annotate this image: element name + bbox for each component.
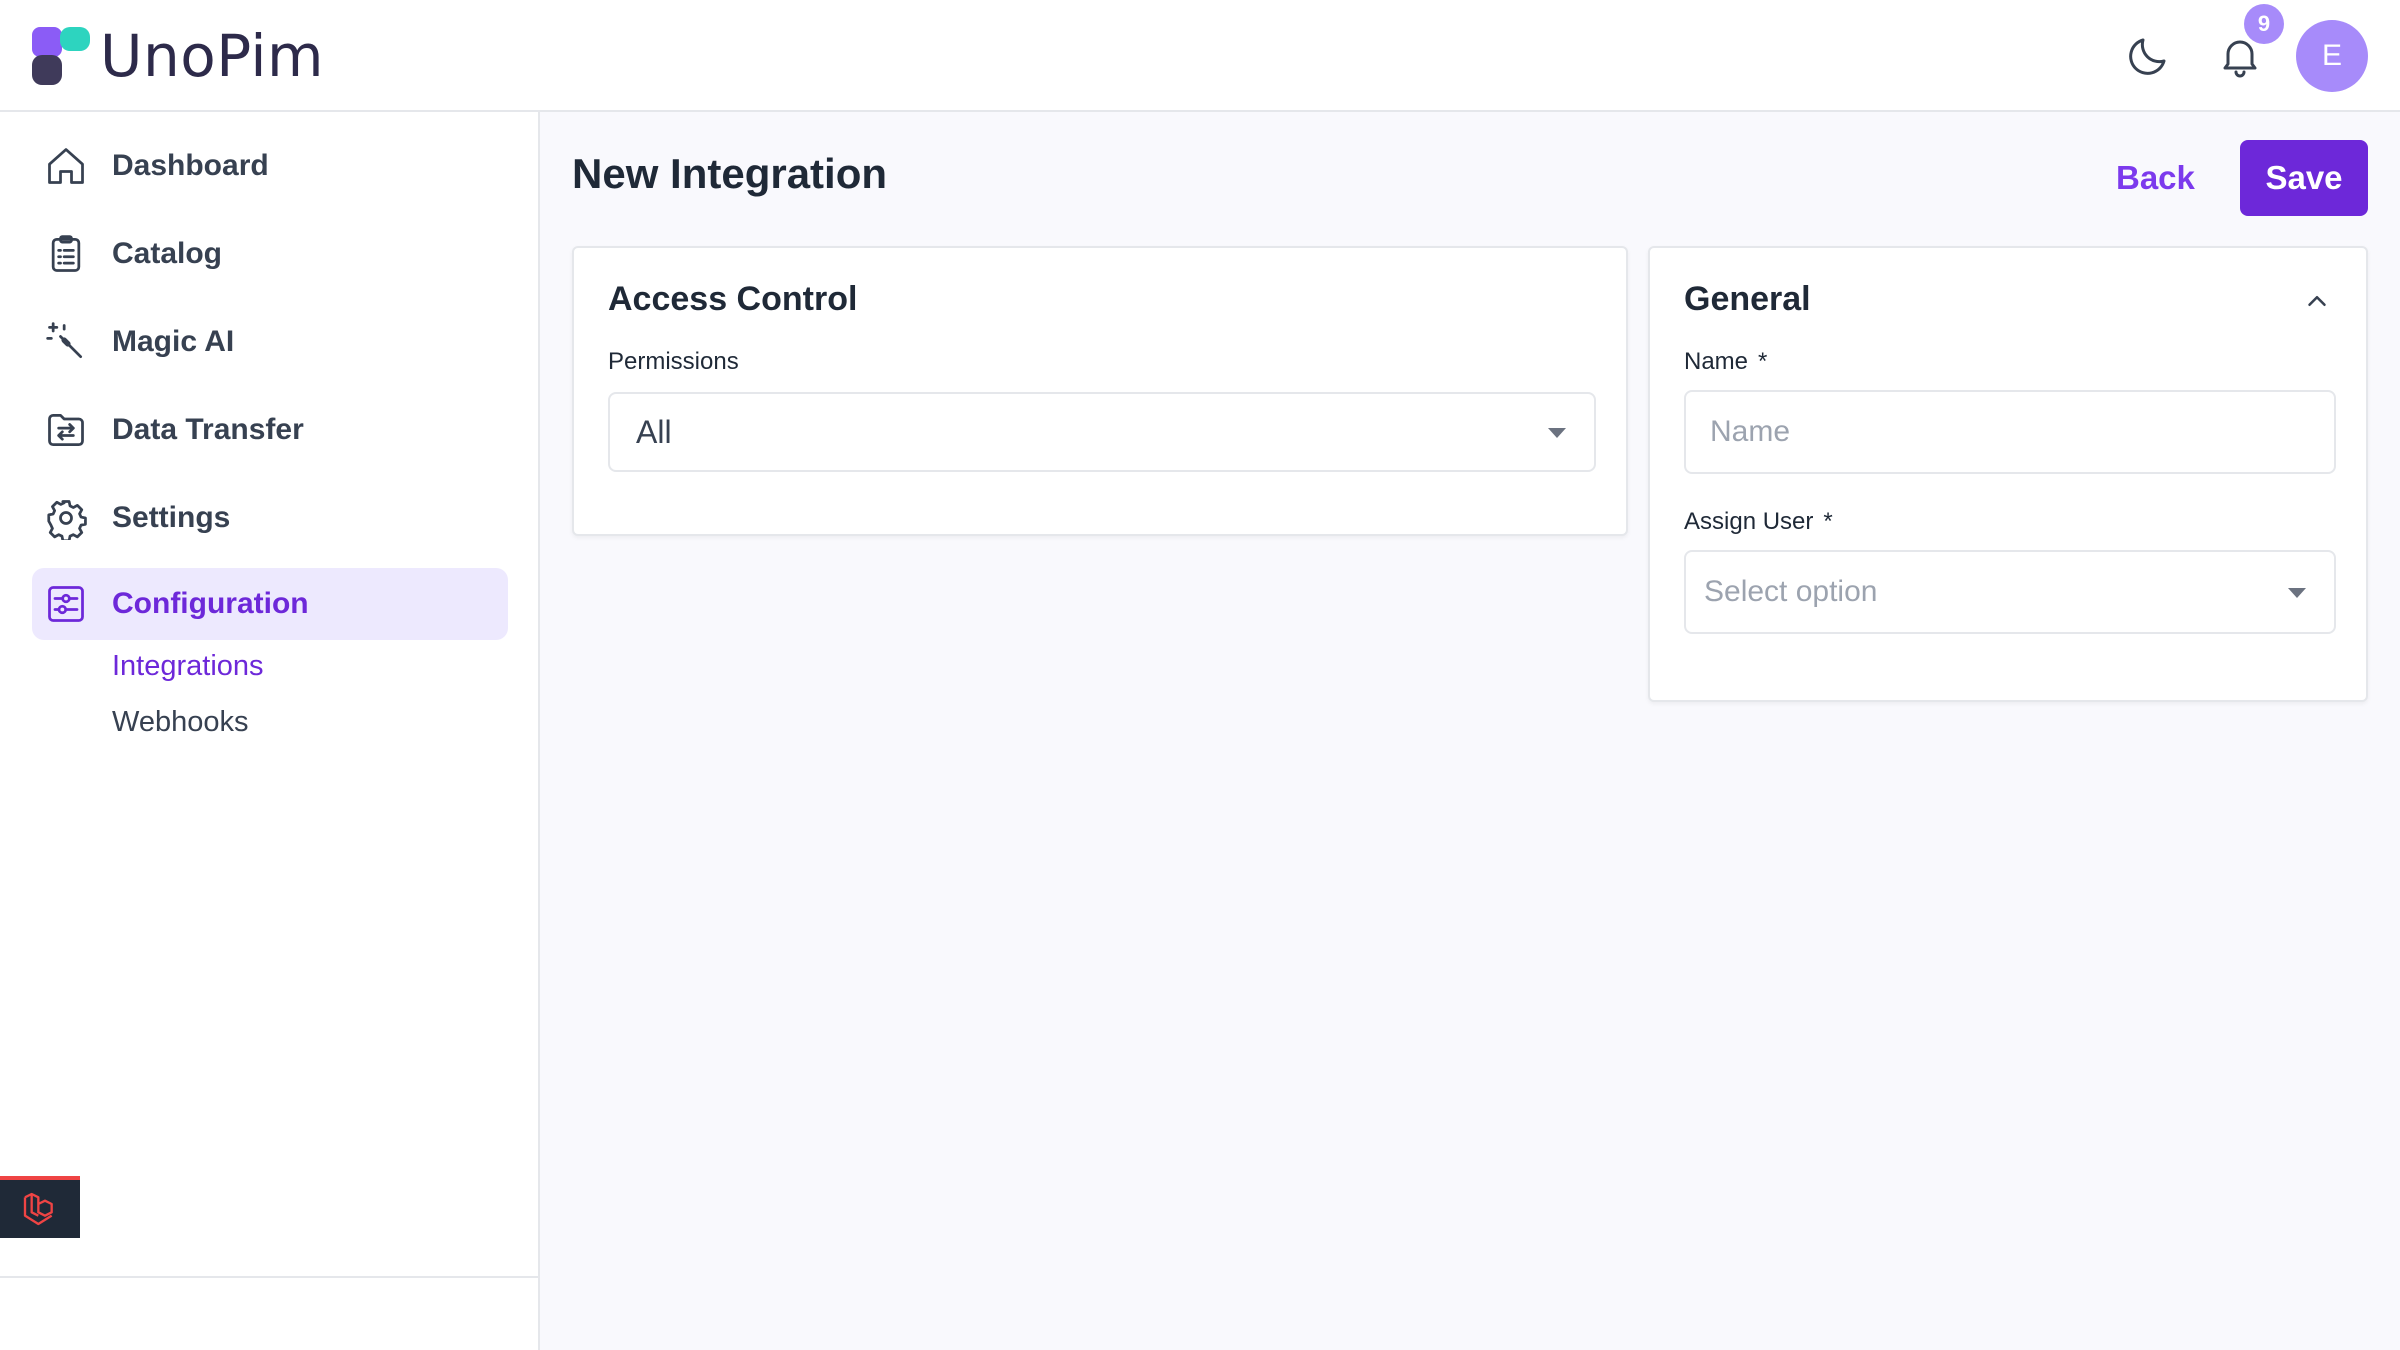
sidebar-item-configuration[interactable]: Configuration xyxy=(32,568,508,640)
gear-icon xyxy=(47,500,87,540)
sidebar-item-catalog[interactable]: Catalog xyxy=(32,218,508,290)
moon-icon xyxy=(2129,38,2166,75)
name-input[interactable] xyxy=(1684,390,2336,474)
sidebar-item-label: Data Transfer xyxy=(112,413,304,446)
dark-mode-toggle[interactable] xyxy=(2120,28,2176,84)
laravel-logo-icon xyxy=(23,1192,53,1226)
configuration-sliders-icon xyxy=(48,586,84,622)
assign-user-label: Assign User * xyxy=(1684,508,1833,536)
dropdown-caret-icon xyxy=(1548,428,1566,438)
user-avatar[interactable]: E xyxy=(2296,20,2368,92)
sidebar-item-magic-ai[interactable]: Magic AI xyxy=(32,306,508,378)
sidebar-item-label: Magic AI xyxy=(112,325,235,358)
access-control-title: Access Control xyxy=(608,280,858,318)
notification-count-badge: 9 xyxy=(2244,4,2284,44)
sidebar-item-label: Configuration xyxy=(112,587,309,620)
top-bar: UnoPim 9 E xyxy=(0,0,2400,112)
laravel-debugbar-toggle[interactable] xyxy=(0,1176,80,1238)
save-button[interactable]: Save xyxy=(2240,140,2368,216)
dropdown-caret-icon xyxy=(2288,588,2306,598)
brand-name: UnoPim xyxy=(100,22,325,90)
general-card: General Name * Assign User * Select option xyxy=(1648,246,2368,702)
sidebar-item-dashboard[interactable]: Dashboard xyxy=(32,130,508,202)
sidebar-item-data-transfer[interactable]: Data Transfer xyxy=(32,394,508,466)
required-mark: * xyxy=(1758,348,1768,375)
sidebar: Dashboard Catalog Magic AI Data Transfer xyxy=(0,112,540,1350)
page-title: New Integration xyxy=(572,150,888,197)
required-mark: * xyxy=(1823,508,1833,535)
unopim-logo-icon xyxy=(32,27,90,85)
access-control-card: Access Control Permissions All xyxy=(572,246,1628,536)
home-icon xyxy=(48,148,84,184)
sidebar-subitem-integrations[interactable]: Integrations xyxy=(112,650,264,683)
clipboard-list-icon xyxy=(51,235,81,272)
sidebar-item-settings[interactable]: Settings xyxy=(32,482,508,554)
general-title: General xyxy=(1684,280,1811,318)
sidebar-item-label: Settings xyxy=(112,501,231,534)
folder-transfer-icon xyxy=(48,413,84,447)
sidebar-item-label: Catalog xyxy=(112,237,223,270)
name-label: Name * xyxy=(1684,348,1767,376)
sidebar-subitem-webhooks[interactable]: Webhooks xyxy=(112,706,249,739)
back-button[interactable]: Back xyxy=(2108,140,2203,216)
magic-wand-icon xyxy=(46,322,83,359)
permissions-selected-value: All xyxy=(636,413,672,450)
assign-user-label-text: Assign User xyxy=(1684,508,1814,535)
name-label-text: Name xyxy=(1684,348,1749,375)
sidebar-divider xyxy=(0,1276,538,1278)
permissions-select[interactable]: All xyxy=(608,392,1596,472)
chevron-up-icon[interactable] xyxy=(2302,286,2332,316)
sidebar-item-label: Dashboard xyxy=(112,149,269,182)
assign-user-select[interactable]: Select option xyxy=(1684,550,2336,634)
brand-logo[interactable]: UnoPim xyxy=(30,22,325,90)
assign-user-placeholder: Select option xyxy=(1704,575,1878,608)
permissions-label: Permissions xyxy=(608,348,739,375)
